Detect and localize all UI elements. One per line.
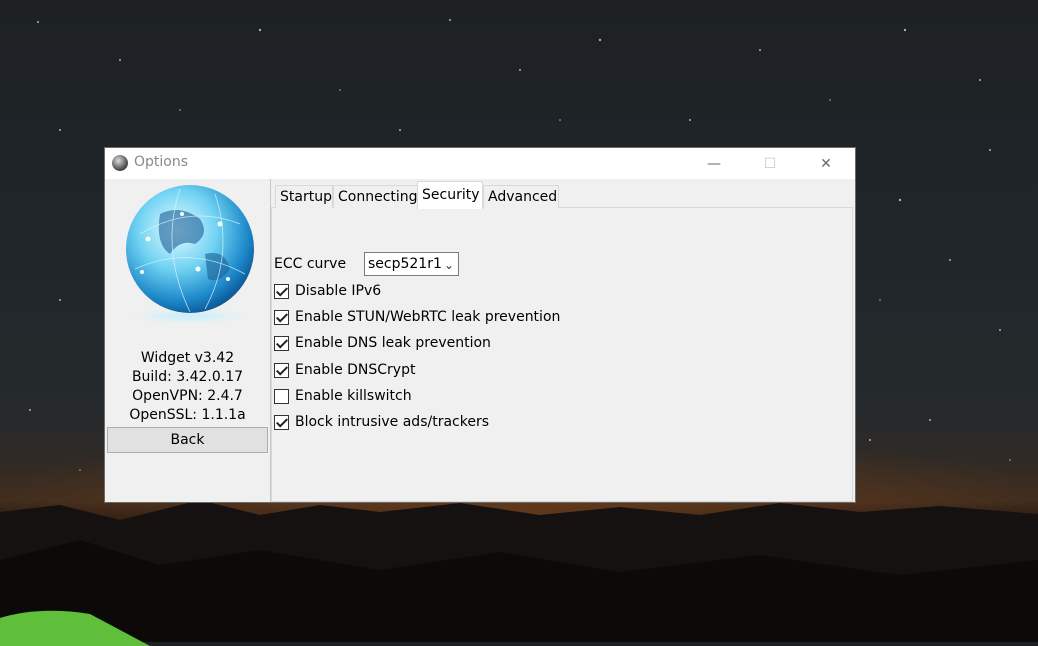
ecc-curve-label: ECC curve bbox=[274, 256, 347, 272]
back-button[interactable]: Back bbox=[107, 427, 268, 453]
globe-icon bbox=[126, 185, 254, 324]
globe-icon bbox=[112, 155, 128, 171]
checkbox[interactable] bbox=[274, 388, 289, 404]
ecc-curve-value: secp521r1 bbox=[368, 256, 442, 272]
title-bar[interactable]: Options — ☐ ✕ bbox=[105, 148, 855, 179]
option-label: Enable killswitch bbox=[295, 388, 412, 404]
tab-connecting[interactable]: Connecting bbox=[333, 185, 419, 208]
close-icon: ✕ bbox=[820, 155, 832, 172]
checkbox[interactable] bbox=[274, 335, 289, 351]
tab-startup[interactable]: Startup bbox=[275, 185, 333, 208]
window-title: Options bbox=[134, 154, 189, 170]
option-disable-ipv6[interactable]: Disable IPv6 bbox=[274, 281, 381, 301]
option-dns-leak[interactable]: Enable DNS leak prevention bbox=[274, 333, 491, 353]
openssl-label: OpenSSL: 1.1.1a bbox=[129, 407, 246, 423]
version-label: Widget v3.42 bbox=[140, 350, 235, 366]
maximize-button[interactable]: ☐ bbox=[747, 148, 793, 179]
tent bbox=[0, 610, 150, 646]
security-tab-panel bbox=[271, 207, 853, 502]
checkbox[interactable] bbox=[274, 362, 289, 378]
build-label: Build: 3.42.0.17 bbox=[131, 369, 244, 385]
chevron-down-icon: ⌄ bbox=[443, 258, 454, 272]
info-pane: Widget v3.42 Build: 3.42.0.17 OpenVPN: 2… bbox=[105, 179, 270, 502]
option-label: Disable IPv6 bbox=[295, 283, 382, 299]
tab-security[interactable]: Security bbox=[417, 181, 483, 209]
option-block-ads[interactable]: Block intrusive ads/trackers bbox=[274, 412, 489, 432]
checkbox[interactable] bbox=[274, 414, 289, 430]
option-label: Enable DNS leak prevention bbox=[295, 335, 491, 351]
minimize-icon: — bbox=[707, 155, 721, 172]
tab-advanced[interactable]: Advanced bbox=[483, 185, 559, 208]
options-window: Options — ☐ ✕ Widget v3.42 Build: 3.42.0… bbox=[105, 148, 855, 502]
version-info: Widget v3.42 Build: 3.42.0.17 OpenVPN: 2… bbox=[105, 349, 270, 425]
checkbox[interactable] bbox=[274, 283, 289, 299]
option-stun-webrtc[interactable]: Enable STUN/WebRTC leak prevention bbox=[274, 307, 560, 327]
minimize-button[interactable]: — bbox=[691, 148, 737, 179]
option-label: Block intrusive ads/trackers bbox=[295, 414, 489, 430]
ecc-curve-select[interactable]: secp521r1 ⌄ bbox=[364, 252, 459, 276]
maximize-icon: ☐ bbox=[763, 155, 777, 172]
option-dnscrypt[interactable]: Enable DNSCrypt bbox=[274, 360, 415, 380]
option-label: Enable STUN/WebRTC leak prevention bbox=[295, 309, 561, 325]
openvpn-label: OpenVPN: 2.4.7 bbox=[132, 388, 243, 404]
option-killswitch[interactable]: Enable killswitch bbox=[274, 386, 412, 406]
close-button[interactable]: ✕ bbox=[803, 148, 849, 179]
option-label: Enable DNSCrypt bbox=[295, 362, 416, 378]
checkbox[interactable] bbox=[274, 309, 289, 325]
